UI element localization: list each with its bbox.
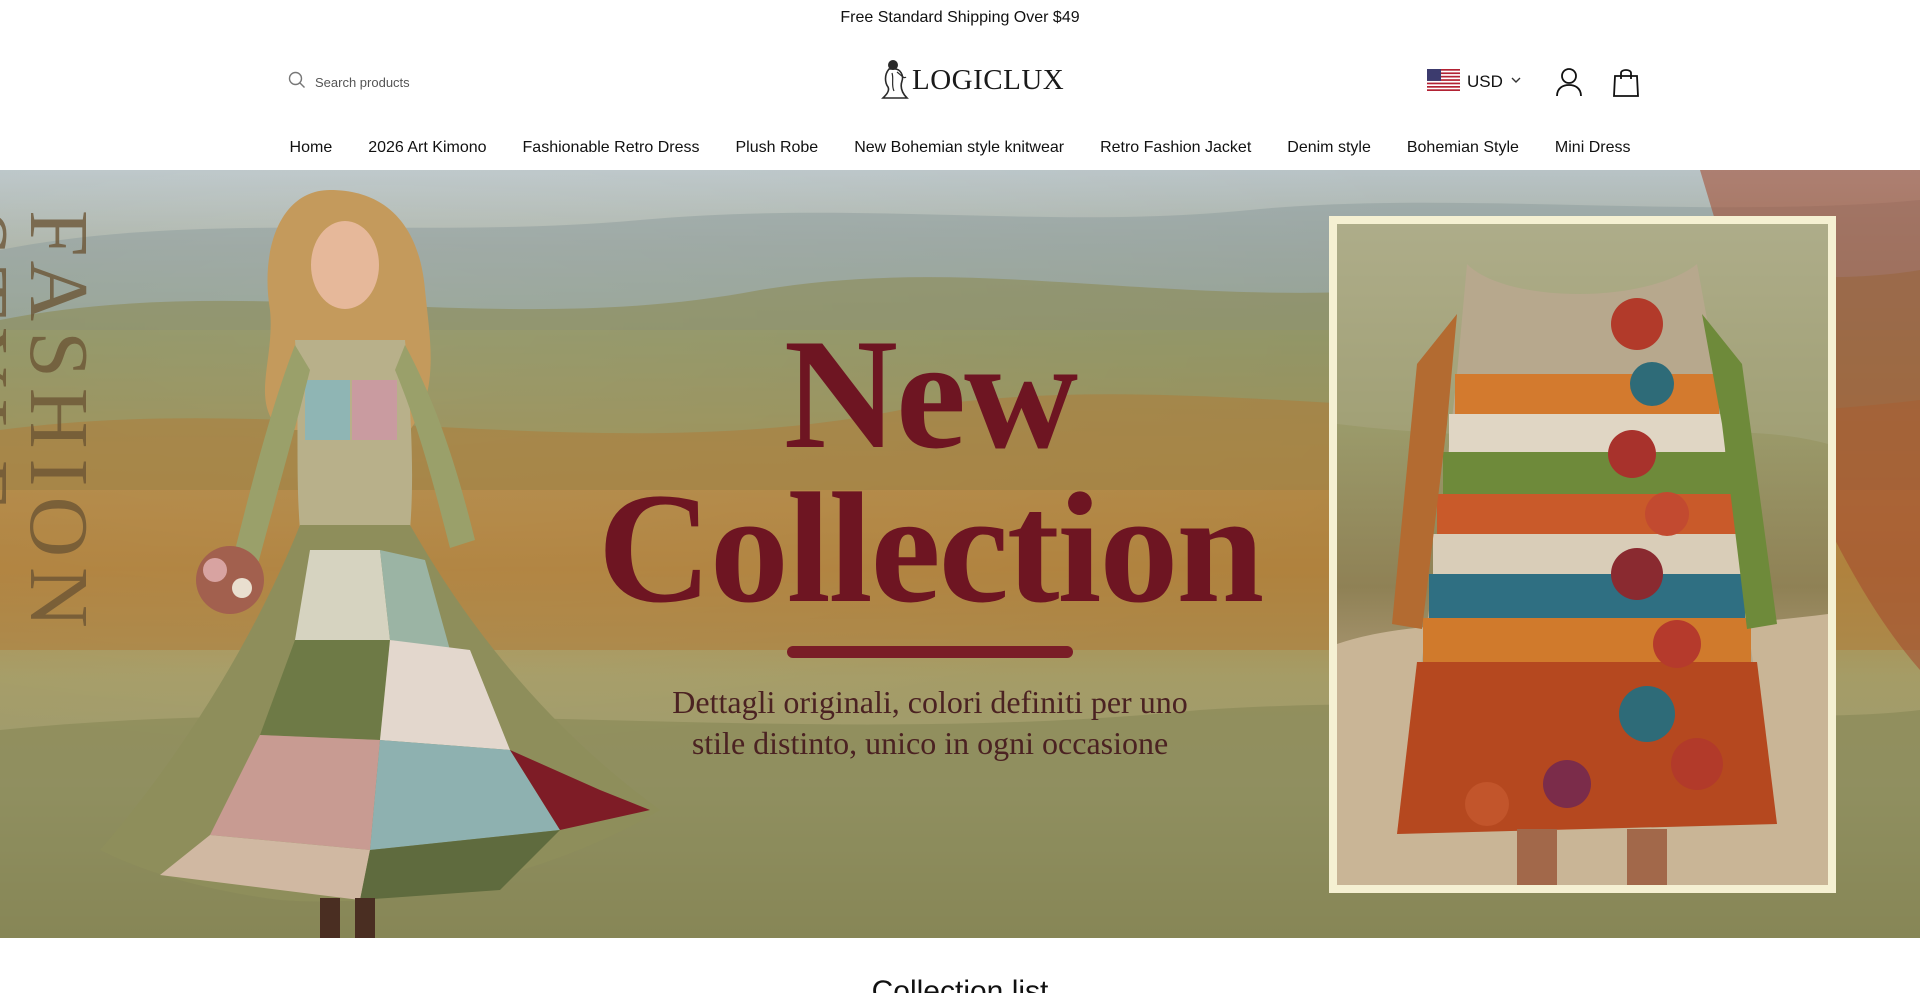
cart-bag-icon[interactable] xyxy=(1611,66,1641,98)
nav-item-retro-dress[interactable]: Fashionable Retro Dress xyxy=(523,139,700,157)
crochet-dress-image xyxy=(1337,224,1828,885)
chevron-down-icon[interactable] xyxy=(1510,73,1522,91)
nav-item-bohemian-knitwear[interactable]: New Bohemian style knitwear xyxy=(854,139,1064,157)
hero-banner[interactable]: FASHION STYLE New Collection Dettagli or… xyxy=(0,170,1920,938)
nav-item-mini-dress[interactable]: Mini Dress xyxy=(1555,139,1631,157)
nav-item-home[interactable]: Home xyxy=(290,139,333,157)
hero-headline-line2: Collection xyxy=(597,461,1265,636)
currency-code: USD xyxy=(1467,72,1503,91)
hero-subtitle-line1: Dettagli originali, colori definiti per … xyxy=(672,684,1188,720)
main-nav: Home 2026 Art Kimono Fashionable Retro D… xyxy=(0,126,1920,170)
hero-divider xyxy=(787,646,1073,658)
search-bar[interactable] xyxy=(288,69,608,95)
hero-subtitle: Dettagli originali, colori definiti per … xyxy=(560,682,1300,764)
hero-subtitle-line2: stile distinto, unico in ogni occasione xyxy=(691,725,1169,761)
announcement-text: Free Standard Shipping Over $49 xyxy=(840,9,1080,26)
nav-item-art-kimono[interactable]: 2026 Art Kimono xyxy=(368,139,486,157)
us-flag-icon xyxy=(1427,68,1460,96)
hero-photo-frame xyxy=(1329,216,1836,893)
hero-headline: New Collection Dettagli originali, color… xyxy=(560,307,1300,764)
currency-selector[interactable]: USD xyxy=(1427,68,1522,96)
account-icon[interactable] xyxy=(1554,66,1584,98)
logo-text: LOGICLUX xyxy=(912,63,1065,96)
nav-item-bohemian-style[interactable]: Bohemian Style xyxy=(1407,139,1519,157)
site-logo[interactable]: LOGICLUX xyxy=(880,58,1064,102)
site-header: LOGICLUX USD xyxy=(0,36,1920,126)
search-input[interactable] xyxy=(315,74,595,90)
collection-list-title: Collection list xyxy=(871,975,1049,993)
hero-headline-line1: New xyxy=(783,307,1078,482)
announcement-bar: Free Standard Shipping Over $49 xyxy=(0,0,1920,36)
logo-figure-icon xyxy=(880,57,910,104)
hero-crochet-dress-photo xyxy=(1337,224,1828,885)
nav-item-retro-jacket[interactable]: Retro Fashion Jacket xyxy=(1100,139,1251,157)
nav-item-plush-robe[interactable]: Plush Robe xyxy=(735,139,818,157)
search-icon[interactable] xyxy=(288,71,306,94)
nav-item-denim-style[interactable]: Denim style xyxy=(1287,139,1371,157)
